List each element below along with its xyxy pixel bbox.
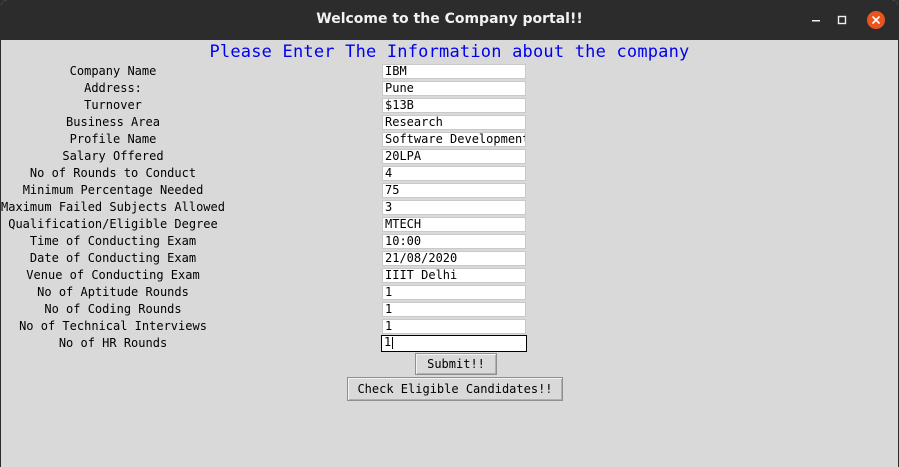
- rounds-to-conduct-input[interactable]: 4: [382, 166, 526, 181]
- label-hr-rounds: No of HR Rounds: [58, 336, 168, 350]
- exam-date-input[interactable]: 21/08/2020: [382, 251, 526, 266]
- app-window: Welcome to the Company portal!! Please E…: [1, 0, 898, 467]
- address-input[interactable]: Pune: [382, 81, 526, 96]
- profile-name-input[interactable]: Software Development: [382, 132, 526, 147]
- label-minimum-percentage: Minimum Percentage Needed: [22, 183, 204, 197]
- maximize-button[interactable]: [833, 11, 851, 29]
- hr-rounds-input[interactable]: 1: [381, 335, 527, 352]
- technical-interviews-input[interactable]: 1: [382, 319, 526, 334]
- label-company-name: Company Name: [69, 64, 157, 78]
- label-technical-interviews: No of Technical Interviews: [19, 319, 207, 333]
- coding-rounds-input[interactable]: 1: [382, 302, 526, 317]
- label-profile-name: Profile Name: [69, 132, 157, 146]
- minimize-icon: [812, 20, 820, 22]
- close-button[interactable]: [867, 11, 885, 29]
- max-failed-subjects-input[interactable]: 3: [382, 200, 526, 215]
- title-bar[interactable]: Welcome to the Company portal!!: [1, 0, 898, 40]
- label-turnover: Turnover: [84, 98, 142, 112]
- close-icon: [872, 16, 880, 24]
- hr-rounds-value: 1: [384, 335, 392, 349]
- turnover-input[interactable]: $13B: [382, 98, 526, 113]
- label-salary-offered: Salary Offered: [62, 149, 164, 163]
- exam-time-input[interactable]: 10:00: [382, 234, 526, 249]
- label-address: Address:: [84, 81, 142, 95]
- text-cursor: [392, 336, 394, 349]
- label-exam-date: Date of Conducting Exam: [29, 251, 197, 265]
- label-aptitude-rounds: No of Aptitude Rounds: [37, 285, 189, 299]
- maximize-icon: [837, 15, 847, 25]
- label-exam-time: Time of Conducting Exam: [29, 234, 197, 248]
- qualification-input[interactable]: MTECH: [382, 217, 526, 232]
- exam-venue-input[interactable]: IIIT Delhi: [382, 268, 526, 283]
- window-title: Welcome to the Company portal!!: [316, 11, 583, 27]
- label-business-area: Business Area: [66, 115, 160, 129]
- company-name-input[interactable]: IBM: [382, 64, 526, 79]
- check-eligible-candidates-button[interactable]: Check Eligible Candidates!!: [347, 377, 563, 401]
- salary-offered-input[interactable]: 20LPA: [382, 149, 526, 164]
- label-coding-rounds: No of Coding Rounds: [44, 302, 182, 316]
- form-area: Please Enter The Information about the c…: [1, 40, 898, 467]
- minimize-button[interactable]: [807, 11, 825, 29]
- minimum-percentage-input[interactable]: 75: [382, 183, 526, 198]
- submit-button[interactable]: Submit!!: [415, 353, 497, 375]
- label-rounds-to-conduct: No of Rounds to Conduct: [29, 166, 197, 180]
- aptitude-rounds-input[interactable]: 1: [382, 285, 526, 300]
- form-heading: Please Enter The Information about the c…: [209, 42, 690, 62]
- label-max-failed-subjects: Maximum Failed Subjects Allowed: [1, 200, 225, 214]
- label-qualification: Qualification/Eligible Degree: [8, 217, 218, 231]
- business-area-input[interactable]: Research: [382, 115, 526, 130]
- label-exam-venue: Venue of Conducting Exam: [26, 268, 200, 282]
